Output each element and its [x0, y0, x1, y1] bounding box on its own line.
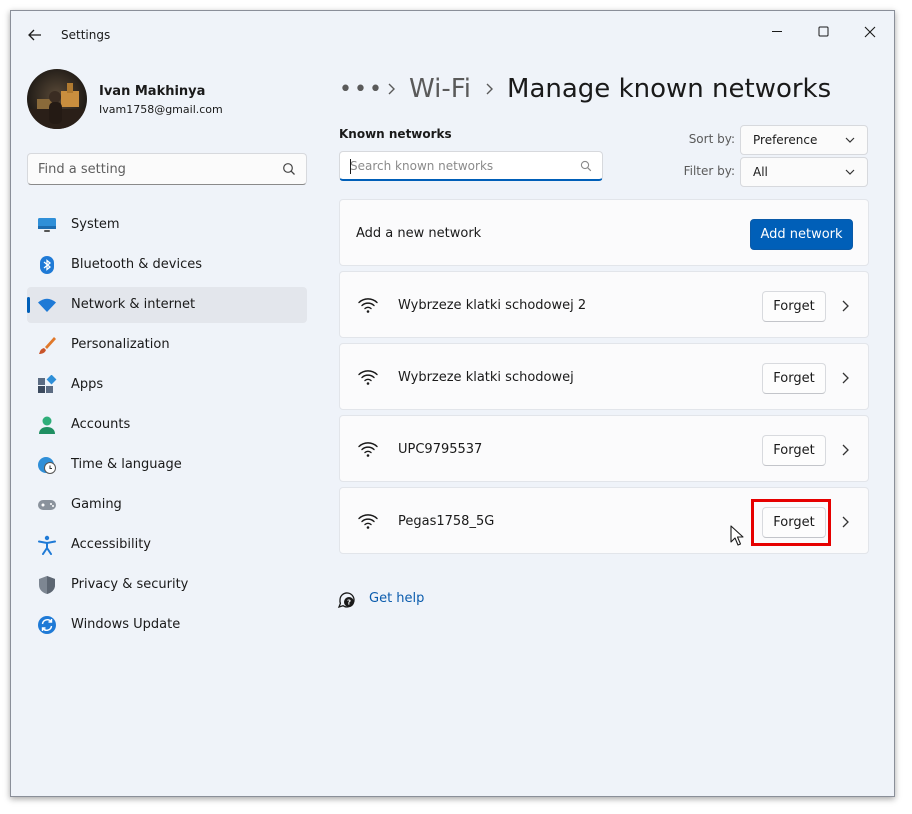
wifi-signal-icon	[358, 442, 378, 457]
close-icon	[864, 26, 876, 38]
user-profile[interactable]: Ivan Makhinya Ivam1758@gmail.com	[27, 69, 307, 129]
back-arrow-icon	[28, 29, 41, 41]
forget-button[interactable]: Forget	[762, 435, 826, 466]
sidebar-nav: System Bluetooth & devices Network & int…	[27, 207, 307, 647]
add-network-text: Add a new network	[356, 226, 482, 241]
brush-icon	[37, 335, 57, 355]
forget-button[interactable]: Forget	[762, 363, 826, 394]
app-title: Settings	[61, 28, 111, 42]
sort-by-dropdown[interactable]: Preference	[740, 125, 868, 155]
breadcrumb-wifi-link[interactable]: Wi-Fi	[409, 74, 471, 104]
filter-by-value: All	[753, 165, 768, 179]
search-icon[interactable]	[580, 160, 592, 172]
chevron-right-icon[interactable]	[840, 443, 850, 457]
accessibility-icon	[37, 535, 57, 555]
wifi-signal-icon	[358, 370, 378, 385]
sidebar-item-personalization[interactable]: Personalization	[27, 327, 307, 363]
update-icon	[37, 615, 57, 635]
sidebar-item-gaming[interactable]: Gaming	[27, 487, 307, 523]
title-bar: Settings	[11, 11, 894, 59]
network-name: UPC9795537	[398, 442, 483, 457]
sidebar-item-label: Time & language	[71, 457, 182, 472]
minimize-icon	[772, 31, 782, 32]
find-setting-box[interactable]	[27, 153, 307, 185]
sidebar-item-label: Apps	[71, 377, 104, 392]
settings-window: Settings Ivan Makhinya Ivam1758@gmail.co…	[10, 10, 895, 797]
sidebar-item-label: System	[71, 217, 120, 232]
chevron-right-icon	[373, 82, 409, 96]
clock-globe-icon	[37, 455, 57, 475]
page-title: Manage known networks	[507, 74, 832, 104]
minimize-button[interactable]	[756, 17, 800, 47]
sidebar-item-label: Gaming	[71, 497, 122, 512]
breadcrumb: ••• Wi-Fi Manage known networks	[339, 69, 831, 109]
sidebar-item-privacy[interactable]: Privacy & security	[27, 567, 307, 603]
network-row[interactable]: Wybrzeze klatki schodowej 2 Forget	[339, 271, 869, 338]
apps-icon	[37, 375, 57, 395]
avatar	[27, 69, 87, 129]
network-row[interactable]: UPC9795537 Forget	[339, 415, 869, 482]
forget-button[interactable]: Forget	[762, 291, 826, 322]
sidebar-item-windows-update[interactable]: Windows Update	[27, 607, 307, 643]
highlight-box	[751, 499, 831, 546]
network-name: Wybrzeze klatki schodowej 2	[398, 298, 587, 313]
network-name: Pegas1758_5G	[398, 514, 495, 529]
sort-by-value: Preference	[753, 133, 818, 147]
chevron-down-icon	[845, 137, 855, 143]
chevron-right-icon[interactable]	[840, 299, 850, 313]
maximize-button[interactable]	[802, 17, 846, 47]
chevron-right-icon[interactable]	[840, 371, 850, 385]
user-name: Ivan Makhinya	[99, 84, 206, 99]
add-network-card: Add a new network Add network	[339, 199, 869, 266]
known-networks-label: Known networks	[339, 127, 452, 141]
sidebar-item-label: Windows Update	[71, 617, 181, 632]
breadcrumb-more-button[interactable]: •••	[339, 77, 382, 102]
known-networks-search-input[interactable]	[350, 158, 570, 173]
wifi-signal-icon	[358, 514, 378, 529]
maximize-icon	[818, 26, 829, 37]
get-help-link[interactable]: ? Get help	[337, 590, 424, 610]
avatar-photo-icon	[27, 69, 87, 129]
sidebar-item-apps[interactable]: Apps	[27, 367, 307, 403]
back-button[interactable]	[23, 25, 47, 45]
wifi-signal-icon	[358, 298, 378, 313]
monitor-icon	[37, 215, 57, 235]
sort-by-label: Sort by:	[688, 132, 735, 146]
gamepad-icon	[37, 495, 57, 515]
help-chat-icon: ?	[337, 592, 355, 609]
chevron-right-icon[interactable]	[840, 515, 850, 529]
close-button[interactable]	[848, 17, 892, 47]
find-setting-input[interactable]	[38, 161, 273, 177]
text-caret	[350, 159, 351, 174]
filter-by-label: Filter by:	[683, 164, 735, 178]
search-icon[interactable]	[282, 162, 296, 176]
sidebar-item-bluetooth[interactable]: Bluetooth & devices	[27, 247, 307, 283]
sidebar-item-label: Personalization	[71, 337, 170, 352]
user-email: Ivam1758@gmail.com	[99, 103, 223, 116]
add-network-button[interactable]: Add network	[750, 219, 853, 250]
sidebar-item-label: Network & internet	[71, 297, 196, 312]
get-help-label: Get help	[369, 591, 425, 606]
chevron-down-icon	[845, 169, 855, 175]
person-icon	[37, 415, 57, 435]
sidebar-item-label: Accessibility	[71, 537, 151, 552]
sidebar-item-label: Bluetooth & devices	[71, 257, 202, 272]
sidebar-item-system[interactable]: System	[27, 207, 307, 243]
sidebar-item-accessibility[interactable]: Accessibility	[27, 527, 307, 563]
sidebar-item-label: Accounts	[71, 417, 131, 432]
bluetooth-icon	[37, 255, 57, 275]
shield-icon	[37, 575, 57, 595]
mouse-cursor-icon	[730, 525, 744, 546]
sidebar-item-network[interactable]: Network & internet	[27, 287, 307, 323]
chevron-right-icon	[471, 82, 507, 96]
svg-text:?: ?	[347, 599, 351, 607]
sidebar-item-accounts[interactable]: Accounts	[27, 407, 307, 443]
network-row[interactable]: Wybrzeze klatki schodowej Forget	[339, 343, 869, 410]
known-networks-search-box[interactable]	[339, 151, 603, 181]
filter-by-dropdown[interactable]: All	[740, 157, 868, 187]
sidebar-item-time-language[interactable]: Time & language	[27, 447, 307, 483]
network-name: Wybrzeze klatki schodowej	[398, 370, 574, 385]
wifi-icon	[37, 295, 57, 315]
sidebar-item-label: Privacy & security	[71, 577, 189, 592]
